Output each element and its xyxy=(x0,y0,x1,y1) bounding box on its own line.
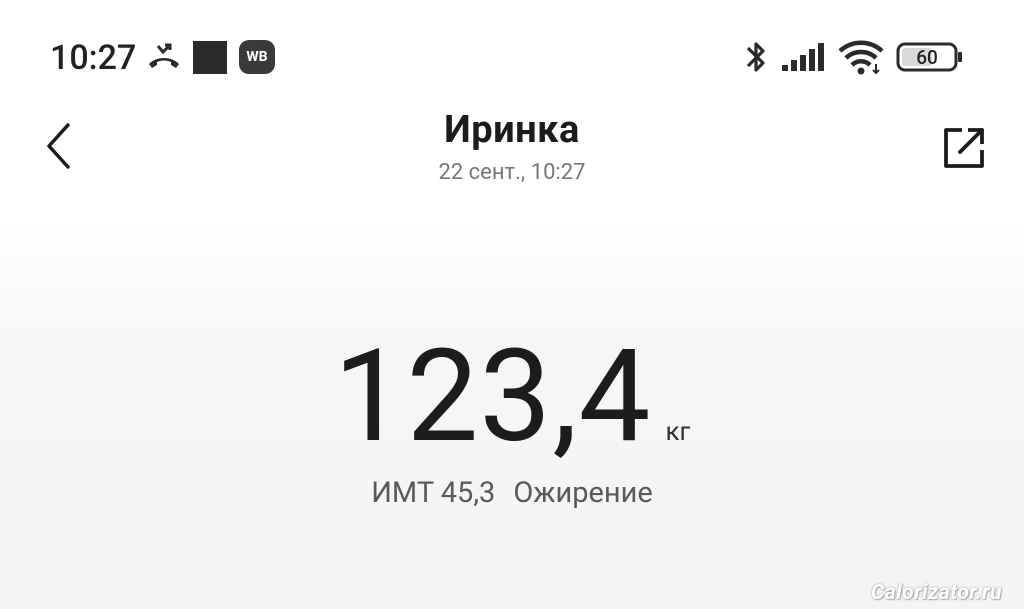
bmi-status: Ожирение xyxy=(513,476,653,510)
wifi-icon xyxy=(838,40,884,75)
missed-call-icon xyxy=(149,43,179,68)
status-bar: 10:27 WB 60 xyxy=(0,0,1024,110)
share-external-icon xyxy=(944,128,984,168)
bmi-value: ИМТ 45,3 xyxy=(371,476,496,510)
weight-value: 123,4 xyxy=(333,322,652,472)
status-time: 10:27 xyxy=(50,38,137,78)
chevron-left-icon xyxy=(47,123,70,169)
weight-reading: 123,4 кг xyxy=(0,322,1024,472)
header-title-block: Иринка 22 сент., 10:27 xyxy=(312,108,712,185)
weight-unit: кг xyxy=(665,417,691,447)
back-button[interactable] xyxy=(38,120,78,172)
page-title: Иринка xyxy=(444,108,580,152)
battery-level: 60 xyxy=(916,45,938,69)
signal-icon xyxy=(782,43,824,71)
bmi-summary: ИМТ 45,3 Ожирение xyxy=(0,476,1024,510)
notification-square-icon xyxy=(193,41,227,74)
watermark: Calorizator.ru xyxy=(871,581,1002,605)
share-button[interactable] xyxy=(936,120,992,176)
bluetooth-icon xyxy=(746,42,765,72)
screen: 10:27 WB 60 Иринка 22 сент., 10:27 123,4… xyxy=(0,0,1024,609)
measurement-datetime: 22 сент., 10:27 xyxy=(438,160,586,185)
wb-app-icon: WB xyxy=(239,40,275,74)
